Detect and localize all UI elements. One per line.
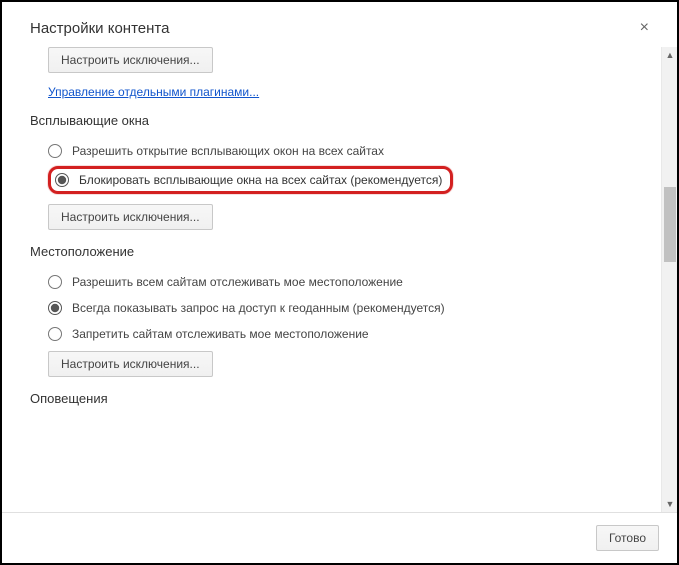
- notifications-title: Оповещения: [30, 391, 637, 406]
- location-block-row[interactable]: Запретить сайтам отслеживать мое местопо…: [48, 321, 637, 347]
- location-exceptions-button[interactable]: Настроить исключения...: [48, 351, 213, 377]
- popups-exceptions-button[interactable]: Настроить исключения...: [48, 204, 213, 230]
- location-allow-row[interactable]: Разрешить всем сайтам отслеживать мое ме…: [48, 269, 637, 295]
- popups-allow-row[interactable]: Разрешить открытие всплывающих окон на в…: [48, 138, 637, 164]
- popups-allow-radio[interactable]: [48, 144, 62, 158]
- popups-block-radio[interactable]: [55, 173, 69, 187]
- location-ask-radio[interactable]: [48, 301, 62, 315]
- popups-allow-label: Разрешить открытие всплывающих окон на в…: [72, 144, 384, 158]
- manage-plugins-link[interactable]: Управление отдельными плагинами...: [48, 85, 259, 99]
- plugins-section: Настроить исключения... Управление отдел…: [48, 47, 637, 99]
- scroll-down-icon[interactable]: ▼: [662, 496, 677, 512]
- location-block-radio[interactable]: [48, 327, 62, 341]
- content-area: Настроить исключения... Управление отдел…: [2, 47, 661, 512]
- location-allow-label: Разрешить всем сайтам отслеживать мое ме…: [72, 275, 403, 289]
- scroll-up-icon[interactable]: ▲: [662, 47, 677, 63]
- notifications-section: Оповещения: [30, 391, 637, 406]
- location-title: Местоположение: [30, 244, 637, 259]
- close-icon[interactable]: ×: [636, 20, 653, 36]
- location-block-label: Запретить сайтам отслеживать мое местопо…: [72, 327, 369, 341]
- popups-block-label: Блокировать всплывающие окна на всех сай…: [79, 173, 442, 187]
- location-ask-label: Всегда показывать запрос на доступ к гео…: [72, 301, 445, 315]
- dialog-title: Настройки контента: [30, 20, 169, 37]
- done-button[interactable]: Готово: [596, 525, 659, 551]
- dialog-footer: Готово: [2, 512, 677, 563]
- plugins-exceptions-button[interactable]: Настроить исключения...: [48, 47, 213, 73]
- scrollbar[interactable]: ▲ ▼: [661, 47, 677, 512]
- highlighted-option: Блокировать всплывающие окна на всех сай…: [48, 166, 453, 194]
- location-section: Местоположение Разрешить всем сайтам отс…: [30, 244, 637, 377]
- scrollbar-thumb[interactable]: [664, 187, 676, 262]
- popups-section: Всплывающие окна Разрешить открытие вспл…: [30, 113, 637, 230]
- location-ask-row[interactable]: Всегда показывать запрос на доступ к гео…: [48, 295, 637, 321]
- popups-title: Всплывающие окна: [30, 113, 637, 128]
- location-allow-radio[interactable]: [48, 275, 62, 289]
